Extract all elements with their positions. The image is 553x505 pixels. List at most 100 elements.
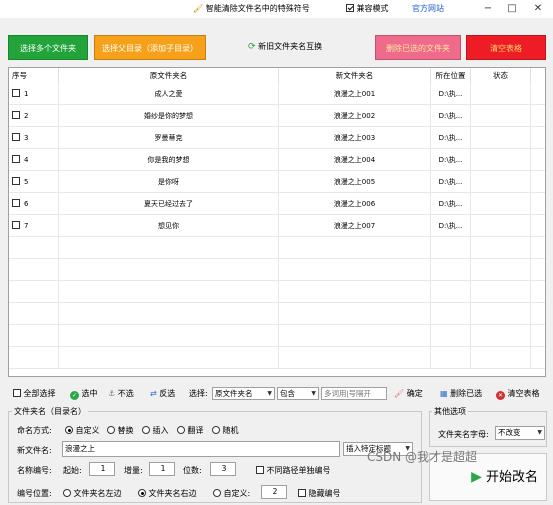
position-left-radio[interactable]: 文件夹名左边 bbox=[63, 488, 122, 499]
header-location[interactable]: 所在位置 bbox=[431, 68, 471, 83]
clear-table-button[interactable]: 清空表格 bbox=[466, 35, 546, 60]
mode-translate-radio[interactable]: 翻译 bbox=[177, 425, 204, 436]
new-name-input[interactable]: 浪漫之上 bbox=[62, 441, 340, 457]
case-select-value: 不改变 bbox=[498, 428, 521, 437]
table-row[interactable] bbox=[9, 325, 545, 347]
cell-loc bbox=[431, 303, 471, 325]
cell-old bbox=[59, 281, 279, 303]
cell-status bbox=[471, 171, 531, 193]
chevron-down-icon: ▼ bbox=[537, 429, 542, 436]
cell-loc bbox=[431, 237, 471, 259]
header-old-name[interactable]: 原文件夹名 bbox=[59, 68, 279, 83]
confirm-label: 确定 bbox=[406, 389, 423, 398]
radio-icon bbox=[138, 489, 146, 497]
cell-new bbox=[279, 237, 431, 259]
select-parent-dir-button[interactable]: 选择父目录（添加子目录） bbox=[94, 35, 206, 60]
separate-path-label: 不同路径单独编号 bbox=[266, 466, 331, 475]
cell-loc: D:\执... bbox=[431, 171, 471, 193]
cell-index bbox=[9, 325, 59, 347]
position-label: 编号位置: bbox=[17, 489, 52, 498]
table-row[interactable] bbox=[9, 347, 545, 369]
cell-index: 4 bbox=[9, 149, 59, 171]
case-select[interactable]: 不改变 ▼ bbox=[495, 426, 545, 440]
folder-table[interactable]: 序号 原文件夹名 新文件夹名 所在位置 状态 1 成人之愛 浪漫之上001 D:\执.… bbox=[8, 67, 546, 377]
select-button[interactable]: ✓ 选中 bbox=[70, 388, 98, 400]
cell-old: 罗曼蒂克 bbox=[59, 127, 279, 149]
position-right-radio[interactable]: 文件夹名右边 bbox=[138, 488, 197, 499]
header-index[interactable]: 序号 bbox=[9, 68, 59, 83]
row-checkbox[interactable] bbox=[12, 199, 20, 207]
mode-custom-radio[interactable]: 自定义 bbox=[65, 425, 100, 436]
mode-insert-radio[interactable]: 插入 bbox=[142, 425, 169, 436]
select-multiple-folders-button[interactable]: 选择多个文件夹 bbox=[8, 35, 88, 60]
delete-icon: ▦ bbox=[440, 389, 448, 398]
close-icon: ✕ bbox=[496, 391, 505, 400]
match-select-value: 包含 bbox=[280, 389, 295, 398]
header-new-name[interactable]: 新文件夹名 bbox=[279, 68, 431, 83]
table-row[interactable]: 1 成人之愛 浪漫之上001 D:\执... bbox=[9, 83, 545, 105]
row-checkbox[interactable] bbox=[12, 155, 20, 163]
start-input[interactable]: 1 bbox=[89, 462, 115, 476]
keyword-input[interactable] bbox=[321, 387, 387, 400]
cell-status bbox=[471, 303, 531, 325]
confirm-button[interactable]: 🖌 确定 bbox=[394, 388, 423, 400]
play-icon: ▶ bbox=[471, 469, 482, 485]
delete-selected-folders-button[interactable]: 删除已选的文件夹 bbox=[375, 35, 461, 60]
delete-selected-button[interactable]: ▦ 删除已选 bbox=[440, 388, 482, 400]
separate-path-checkbox[interactable]: 不同路径单独编号 bbox=[256, 465, 331, 476]
cell-old: 你是我的梦想 bbox=[59, 149, 279, 171]
table-row[interactable]: 6 夏天已经过去了 浪漫之上006 D:\执... bbox=[9, 193, 545, 215]
position-custom-radio[interactable]: 自定义: bbox=[213, 488, 250, 499]
cell-new: 浪漫之上007 bbox=[279, 215, 431, 237]
mode-replace-radio[interactable]: 替换 bbox=[107, 425, 134, 436]
brush-icon: 🖌 bbox=[394, 389, 405, 398]
cell-loc: D:\执... bbox=[431, 149, 471, 171]
row-checkbox[interactable] bbox=[12, 89, 20, 97]
table-row[interactable]: 3 罗曼蒂克 浪漫之上003 D:\执... bbox=[9, 127, 545, 149]
table-row[interactable] bbox=[9, 303, 545, 325]
close-button[interactable]: ✕ bbox=[527, 0, 549, 18]
row-checkbox[interactable] bbox=[12, 177, 20, 185]
row-checkbox[interactable] bbox=[12, 111, 20, 119]
column-select[interactable]: 原文件夹名 ▼ bbox=[212, 387, 275, 400]
hide-number-checkbox[interactable]: 隐藏编号 bbox=[298, 488, 341, 499]
cell-old bbox=[59, 347, 279, 369]
table-row[interactable] bbox=[9, 281, 545, 303]
minimize-button[interactable]: − bbox=[477, 0, 499, 18]
table-row[interactable] bbox=[9, 237, 545, 259]
select-all-checkbox[interactable]: 全部选择 bbox=[13, 388, 56, 400]
increment-input[interactable]: 1 bbox=[149, 462, 175, 476]
official-site-link[interactable]: 官方网站 bbox=[412, 3, 444, 14]
cell-loc: D:\执... bbox=[431, 105, 471, 127]
cell-index: 1 bbox=[9, 83, 59, 105]
digits-input[interactable]: 3 bbox=[210, 462, 236, 476]
deselect-button[interactable]: ⚓ 不选 bbox=[108, 388, 134, 400]
swap-names-button[interactable]: ⟳ 新旧文件夹名互换 bbox=[248, 41, 322, 52]
mode-random-radio[interactable]: 随机 bbox=[212, 425, 239, 436]
match-select[interactable]: 包含 ▼ bbox=[277, 387, 319, 400]
row-checkbox[interactable] bbox=[12, 133, 20, 141]
radio-icon bbox=[142, 426, 150, 434]
table-row[interactable]: 4 你是我的梦想 浪漫之上004 D:\执... bbox=[9, 149, 545, 171]
compat-mode-checkbox[interactable]: 兼容模式 bbox=[346, 3, 389, 14]
row-checkbox[interactable] bbox=[12, 221, 20, 229]
cell-status bbox=[471, 127, 531, 149]
row-index: 1 bbox=[24, 90, 29, 98]
table-row[interactable]: 7 想见你 浪漫之上007 D:\执... bbox=[9, 215, 545, 237]
cell-index bbox=[9, 347, 59, 369]
table-row[interactable]: 2 婚纱是你的梦想 浪漫之上002 D:\执... bbox=[9, 105, 545, 127]
header-status[interactable]: 状态 bbox=[471, 68, 531, 83]
row-index: 5 bbox=[24, 178, 29, 186]
brush-icon: 🖌 bbox=[193, 4, 204, 13]
restore-button[interactable]: □ bbox=[501, 0, 523, 18]
swap-icon: ⇄ bbox=[150, 389, 157, 398]
special-chars-link[interactable]: 🖌 智能清除文件名中的特殊符号 bbox=[193, 3, 310, 14]
cell-old: 是你呀 bbox=[59, 171, 279, 193]
swap-names-label: 新旧文件夹名互换 bbox=[258, 42, 323, 51]
table-row[interactable]: 5 是你呀 浪漫之上005 D:\执... bbox=[9, 171, 545, 193]
invert-button[interactable]: ⇄ 反选 bbox=[150, 388, 175, 400]
custom-position-input[interactable]: 2 bbox=[261, 485, 287, 499]
table-row[interactable] bbox=[9, 259, 545, 281]
special-chars-label: 智能清除文件名中的特殊符号 bbox=[205, 4, 310, 13]
clear-table-small-button[interactable]: ✕ 清空表格 bbox=[496, 388, 540, 400]
